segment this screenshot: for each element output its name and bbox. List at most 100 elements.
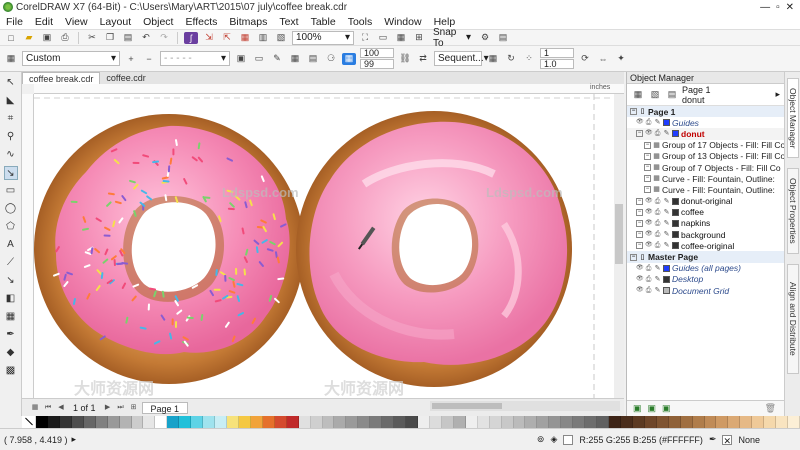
- palette-swatch[interactable]: [215, 416, 227, 428]
- printable-icon[interactable]: ⎙: [654, 198, 661, 205]
- fill-color-swatch[interactable]: [563, 434, 574, 445]
- last-page-icon[interactable]: ⏭: [116, 403, 126, 413]
- object-spray-icon[interactable]: ⚆: [324, 53, 338, 65]
- artistic-media-tool-icon[interactable]: ↘: [3, 166, 18, 180]
- minimize-button[interactable]: —: [760, 2, 770, 13]
- expand-toggle-icon[interactable]: −: [644, 186, 651, 194]
- palette-swatch[interactable]: [668, 416, 681, 428]
- menu-bitmaps[interactable]: Bitmaps: [223, 16, 273, 28]
- tree-row[interactable]: − 👁 ⎙ ✎ background: [627, 229, 784, 240]
- horizontal-scroll-thumb[interactable]: [432, 403, 502, 409]
- visibility-eye-icon[interactable]: 👁: [636, 119, 644, 126]
- palette-swatch[interactable]: [143, 416, 156, 428]
- palette-swatch[interactable]: [537, 416, 550, 428]
- menu-file[interactable]: File: [0, 16, 29, 28]
- palette-swatch[interactable]: [644, 416, 657, 428]
- expand-toggle-icon[interactable]: −: [636, 208, 643, 216]
- preset-dropdown[interactable]: Custom ▾: [22, 51, 120, 66]
- docker-tab-object-properties[interactable]: Object Properties: [787, 168, 799, 254]
- layer-color-swatch[interactable]: [672, 130, 679, 138]
- menu-layout[interactable]: Layout: [94, 16, 138, 28]
- outline-color-swatch[interactable]: ✕: [722, 434, 733, 446]
- drawing-canvas[interactable]: Ldspsd.com Ldspsd.com 大师资源网 大师资源网: [34, 94, 614, 398]
- show-rulers-icon[interactable]: ▭: [376, 32, 390, 44]
- tab-coffee[interactable]: coffee.cdr: [100, 72, 151, 84]
- pressure-icon[interactable]: ✎: [270, 53, 284, 65]
- reset-icon[interactable]: ↻: [504, 53, 518, 65]
- zoom-tool-icon[interactable]: ⚲: [4, 130, 18, 144]
- ellipse-tool-icon[interactable]: ◯: [4, 202, 18, 216]
- full-screen-icon[interactable]: ⛶: [358, 32, 372, 44]
- shape-tool-icon[interactable]: ◣: [4, 94, 18, 108]
- tree-row[interactable]: 👁 ⎙ ✎ Guides: [627, 117, 784, 128]
- menu-edit[interactable]: Edit: [29, 16, 59, 28]
- redo-icon[interactable]: ↷: [157, 32, 171, 44]
- palette-swatch[interactable]: [107, 416, 120, 428]
- palette-swatch[interactable]: [191, 416, 204, 428]
- open-folder-icon[interactable]: ▰: [22, 32, 36, 44]
- horizontal-scrollbar[interactable]: [430, 401, 620, 411]
- palette-swatch[interactable]: [179, 416, 192, 428]
- remove-preset-icon[interactable]: −: [142, 53, 156, 65]
- new-master-layer-icon[interactable]: ▣: [648, 403, 657, 414]
- tree-section[interactable]: − ▯ Master Page: [627, 251, 784, 263]
- palette-swatch[interactable]: [728, 416, 741, 428]
- menu-object[interactable]: Object: [137, 16, 179, 28]
- palette-swatch[interactable]: [632, 416, 645, 428]
- new-master-layer-all-icon[interactable]: ▣: [662, 403, 671, 414]
- spray-list-icon[interactable]: ▦: [486, 53, 500, 65]
- horizontal-ruler[interactable]: [34, 84, 624, 94]
- palette-swatch[interactable]: [489, 416, 502, 428]
- zoom-level-dropdown[interactable]: 100% ▾: [292, 30, 354, 45]
- prev-page-icon[interactable]: ◀: [56, 403, 66, 413]
- tree-row[interactable]: − ▦ Curve - Fill: Fountain, Outline:: [627, 173, 784, 184]
- menu-effects[interactable]: Effects: [179, 16, 223, 28]
- first-page-icon[interactable]: ⏮: [43, 403, 53, 413]
- palette-swatch[interactable]: [752, 416, 765, 428]
- cut-icon[interactable]: ✂: [85, 32, 99, 44]
- palette-swatch[interactable]: [155, 416, 168, 428]
- drop-shadow-tool-icon[interactable]: ◧: [4, 292, 18, 306]
- palette-swatch[interactable]: [203, 416, 216, 428]
- vertical-scroll-thumb[interactable]: [615, 204, 623, 264]
- palette-swatch[interactable]: [573, 416, 586, 428]
- palette-swatch[interactable]: [788, 416, 800, 428]
- palette-swatch[interactable]: [358, 416, 371, 428]
- editable-pencil-icon[interactable]: ✎: [663, 220, 670, 227]
- palette-swatch[interactable]: [310, 416, 323, 428]
- palette-swatch[interactable]: [561, 416, 574, 428]
- visibility-eye-icon[interactable]: 👁: [645, 198, 653, 205]
- palette-swatch[interactable]: [740, 416, 753, 428]
- expand-toggle-icon[interactable]: −: [644, 152, 651, 160]
- tree-row[interactable]: − ▦ Group of 17 Objects - Fill: Fill Co: [627, 140, 784, 151]
- transparency-tool-icon[interactable]: ▦: [4, 310, 18, 324]
- tree-row[interactable]: − 👁 ⎙ ✎ donut-original: [627, 196, 784, 207]
- show-guides-icon[interactable]: ⊞: [412, 32, 426, 44]
- publish-pdf-icon[interactable]: ▦: [238, 32, 252, 44]
- offset-icon[interactable]: ⇔: [596, 53, 610, 65]
- palette-swatch[interactable]: [453, 416, 466, 428]
- show-grid-icon[interactable]: ▦: [394, 32, 408, 44]
- palette-swatch[interactable]: [692, 416, 705, 428]
- palette-swatch[interactable]: [262, 416, 275, 428]
- palette-swatch[interactable]: [704, 416, 717, 428]
- printable-icon[interactable]: ⎙: [645, 287, 652, 294]
- editable-pencil-icon[interactable]: ✎: [654, 276, 661, 283]
- palette-swatch[interactable]: [656, 416, 669, 428]
- edit-across-layers-icon[interactable]: ▤: [665, 89, 679, 101]
- spray-order-icon[interactable]: ⇄: [416, 53, 430, 65]
- undo-icon[interactable]: ↶: [139, 32, 153, 44]
- outline-value-1[interactable]: 1: [540, 48, 574, 58]
- menu-table[interactable]: Table: [305, 16, 342, 28]
- interactive-fill-tool-icon[interactable]: ◆: [4, 346, 18, 360]
- smart-fill-tool-icon[interactable]: ▩: [4, 364, 18, 378]
- print-icon[interactable]: ⎙: [58, 32, 72, 44]
- palette-swatch[interactable]: [609, 416, 621, 428]
- editable-pencil-icon[interactable]: ✎: [654, 287, 661, 294]
- layer-color-swatch[interactable]: [672, 208, 679, 216]
- rotation-icon[interactable]: ⟳: [578, 53, 592, 65]
- color-proof-icon[interactable]: ⊚: [537, 434, 545, 445]
- editable-pencil-icon[interactable]: ✎: [663, 242, 670, 249]
- layer-manager-view-icon[interactable]: ▧: [648, 89, 662, 101]
- layer-color-swatch[interactable]: [672, 231, 679, 239]
